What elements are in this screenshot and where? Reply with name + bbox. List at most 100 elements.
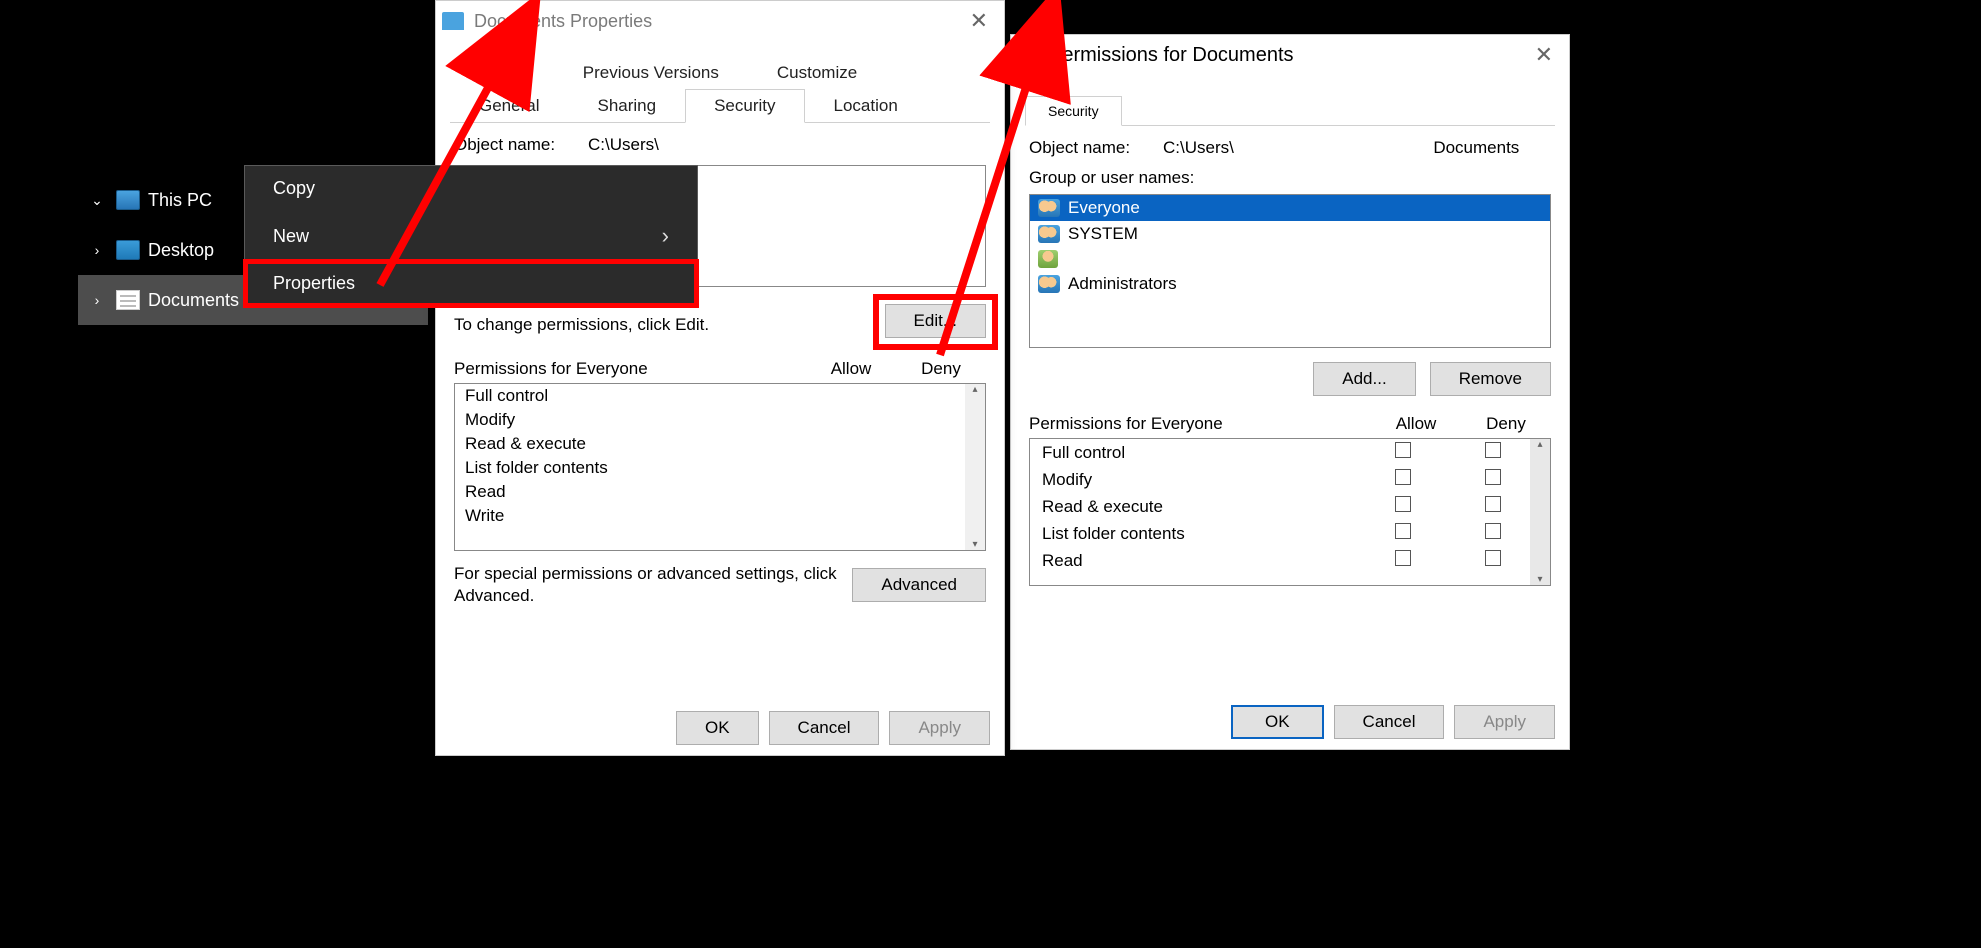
deny-checkbox[interactable]	[1485, 496, 1501, 512]
menu-label: New	[273, 226, 309, 247]
documents-properties-dialog: Documents Properties ✕ Previous Versions…	[435, 0, 1005, 756]
tree-label: This PC	[148, 190, 212, 211]
advanced-hint: For special permissions or advanced sett…	[454, 563, 838, 607]
tab-security[interactable]: Security	[685, 89, 804, 123]
perm-item: List folder contents	[465, 458, 975, 478]
perm-item: Read & execute	[465, 434, 975, 454]
context-menu: Copy New Properties	[244, 165, 698, 307]
scrollbar[interactable]: ▴▾	[1530, 439, 1550, 585]
menu-item-properties[interactable]: Properties	[245, 261, 697, 306]
allow-header: Allow	[806, 359, 896, 379]
dialog-titlebar[interactable]: Permissions for Documents ✕	[1011, 35, 1569, 75]
list-item-everyone[interactable]: Everyone	[1030, 195, 1550, 221]
desktop-icon	[116, 240, 140, 260]
change-permissions-hint: To change permissions, click Edit.	[454, 315, 709, 335]
perm-row: Full control	[1030, 439, 1550, 466]
cancel-button[interactable]: Cancel	[1334, 705, 1445, 739]
object-name-value: C:\Users\	[588, 135, 659, 155]
perm-item: Read	[465, 482, 975, 502]
tab-location[interactable]: Location	[805, 89, 927, 123]
perm-item: Write	[465, 506, 975, 526]
document-icon	[116, 290, 140, 310]
perm-row: Modify	[1030, 466, 1550, 493]
perm-item: Full control	[465, 386, 975, 406]
cancel-button[interactable]: Cancel	[769, 711, 880, 745]
dialog-title: Permissions for Documents	[1049, 44, 1294, 67]
tab-bar: Previous Versions Customize General Shar…	[450, 55, 990, 123]
folder-icon	[1017, 46, 1039, 64]
perm-item: Modify	[465, 410, 975, 430]
tree-label: Documents	[148, 290, 239, 311]
permissions-dialog: Permissions for Documents ✕ Security Obj…	[1010, 34, 1570, 750]
allow-checkbox[interactable]	[1395, 523, 1411, 539]
list-item-label: Everyone	[1068, 198, 1140, 218]
menu-item-copy[interactable]: Copy	[245, 166, 697, 211]
perm-item: Read & execute	[1042, 497, 1358, 517]
allow-header: Allow	[1371, 414, 1461, 434]
ok-button[interactable]: OK	[676, 711, 759, 745]
perm-item: Read	[1042, 551, 1358, 571]
ok-button[interactable]: OK	[1231, 705, 1324, 739]
tab-bar: Security	[1025, 95, 1555, 126]
tree-label: Desktop	[148, 240, 214, 261]
deny-header: Deny	[896, 359, 986, 379]
deny-checkbox[interactable]	[1485, 523, 1501, 539]
allow-checkbox[interactable]	[1395, 442, 1411, 458]
list-item-administrators[interactable]: Administrators	[1030, 271, 1550, 297]
perm-item: Full control	[1042, 443, 1358, 463]
list-item-system[interactable]: SYSTEM	[1030, 221, 1550, 247]
object-name-label: Object name:	[1029, 138, 1145, 158]
perm-item: List folder contents	[1042, 524, 1358, 544]
deny-header: Deny	[1461, 414, 1551, 434]
tab-customize[interactable]: Customize	[748, 56, 886, 89]
list-item-user[interactable]	[1030, 247, 1550, 271]
close-icon[interactable]: ✕	[960, 8, 998, 34]
users-icon	[1038, 275, 1060, 293]
apply-button[interactable]: Apply	[1454, 705, 1555, 739]
chevron-right-icon: ›	[88, 292, 106, 308]
users-icon	[1038, 225, 1060, 243]
tab-previous-versions[interactable]: Previous Versions	[554, 56, 748, 89]
group-label: Group or user names:	[1029, 168, 1551, 188]
deny-checkbox[interactable]	[1485, 442, 1501, 458]
dialog-titlebar[interactable]: Documents Properties ✕	[436, 1, 1004, 41]
chevron-down-icon: ⌄	[88, 192, 106, 209]
apply-button[interactable]: Apply	[889, 711, 990, 745]
users-icon	[1038, 199, 1060, 217]
object-name-label: Object name:	[454, 135, 570, 155]
allow-checkbox[interactable]	[1395, 469, 1411, 485]
advanced-button[interactable]: Advanced	[852, 568, 986, 602]
pc-icon	[116, 190, 140, 210]
dialog-title: Documents Properties	[474, 11, 652, 32]
remove-button[interactable]: Remove	[1430, 362, 1551, 396]
chevron-right-icon: ›	[88, 242, 106, 258]
list-item-label: SYSTEM	[1068, 224, 1138, 244]
perm-row: Read & execute	[1030, 493, 1550, 520]
permissions-for-label: Permissions for Everyone	[454, 359, 806, 379]
tab-general[interactable]: General	[450, 89, 568, 123]
edit-button[interactable]: Edit...	[885, 304, 986, 338]
allow-checkbox[interactable]	[1395, 550, 1411, 566]
perm-row: List folder contents	[1030, 520, 1550, 547]
permissions-listbox[interactable]: Full control Modify Read & execute List …	[1029, 438, 1551, 586]
menu-item-new[interactable]: New	[245, 211, 697, 261]
add-button[interactable]: Add...	[1313, 362, 1415, 396]
scrollbar[interactable]: ▴▾	[965, 384, 985, 550]
deny-checkbox[interactable]	[1485, 550, 1501, 566]
object-name-value: C:\Users\ Documents	[1163, 138, 1519, 158]
tab-sharing[interactable]: Sharing	[568, 89, 685, 123]
menu-label: Copy	[273, 178, 315, 199]
group-user-list[interactable]: Everyone SYSTEM Administrators	[1029, 194, 1551, 348]
perm-item: Modify	[1042, 470, 1358, 490]
list-item-label: Administrators	[1068, 274, 1177, 294]
user-icon	[1038, 250, 1058, 268]
permissions-for-label: Permissions for Everyone	[1029, 414, 1371, 434]
tab-security[interactable]: Security	[1025, 96, 1122, 126]
allow-checkbox[interactable]	[1395, 496, 1411, 512]
permissions-listbox[interactable]: Full control Modify Read & execute List …	[454, 383, 986, 551]
perm-row: Read	[1030, 547, 1550, 574]
deny-checkbox[interactable]	[1485, 469, 1501, 485]
menu-label: Properties	[273, 273, 355, 294]
close-icon[interactable]: ✕	[1525, 42, 1563, 68]
folder-icon	[442, 12, 464, 30]
